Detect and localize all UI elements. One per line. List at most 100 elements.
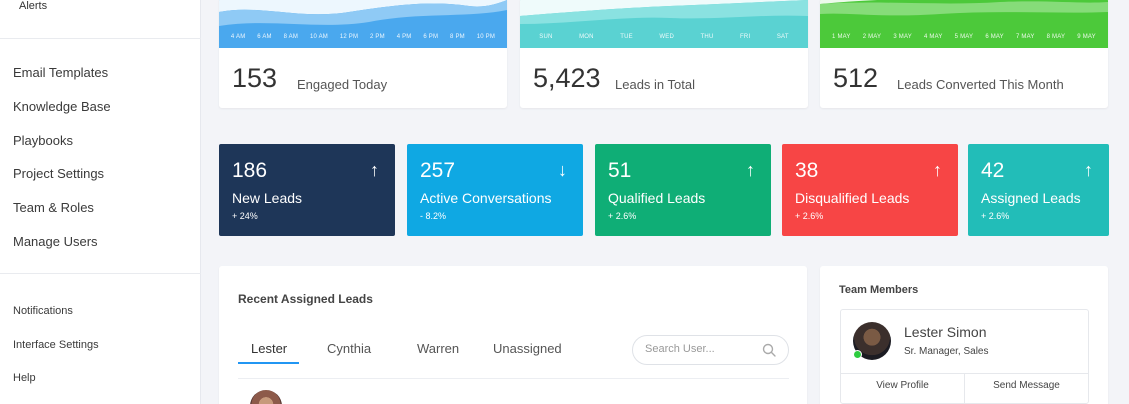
kpi-label: Qualified Leads <box>608 190 706 206</box>
kpi-qualified-leads[interactable]: 51 ↑ Qualified Leads + 2.6% <box>595 144 771 236</box>
sidebar-item-help[interactable]: Help <box>13 372 36 384</box>
chart-tick-label: TUE <box>620 34 633 40</box>
chart-tick-label: FRI <box>740 34 751 40</box>
leads-chart-area <box>520 0 808 48</box>
engaged-chart: 4 AM 6 AM 8 AM 10 AM 12 PM 2 PM 4 PM 6 PM 8 PM 10… <box>219 0 507 48</box>
arrow-down-icon: ↓ <box>558 160 567 180</box>
leads-chart: SUN MON TUE WED THU FRI SAT <box>520 0 808 48</box>
member-card: Lester Simon Sr. Manager, Sales View Pro… <box>840 309 1089 404</box>
kpi-value: 38 <box>795 159 819 182</box>
chart-tick-label: 2 MAY <box>862 34 882 40</box>
chart-tick-label: 6 PM <box>423 34 439 40</box>
chart-tick-label: 6 MAY <box>985 34 1004 40</box>
leads-converted-label: Leads Converted This Month <box>897 77 1064 92</box>
chart-tick-label: MON <box>579 34 594 40</box>
chart-tick-label: 9 MAY <box>1077 34 1096 40</box>
converted-chart-area <box>820 0 1108 48</box>
recent-leads-title: Recent Assigned Leads <box>238 292 373 306</box>
chart-tick-label: SAT <box>776 34 789 40</box>
kpi-change: + 24% <box>232 211 258 221</box>
sidebar-item-email-templates[interactable]: Email Templates <box>13 65 108 80</box>
send-message-button[interactable]: Send Message <box>964 374 1088 404</box>
chart-tick-label: WED <box>659 34 675 40</box>
leads-converted-value: 512 <box>833 63 879 93</box>
engaged-today-card: 4 AM 6 AM 8 AM 10 AM 12 PM 2 PM 4 PM 6 PM 8 PM 10… <box>219 0 507 108</box>
sidebar-item-manage-users[interactable]: Manage Users <box>13 234 98 249</box>
chart-tick-label: 3 MAY <box>893 34 912 40</box>
chart-tick-label: 4 MAY <box>924 34 943 40</box>
chart-tick-label: 8 AM <box>283 34 299 40</box>
arrow-up-icon: ↑ <box>1084 160 1093 180</box>
kpi-change: + 2.6% <box>608 211 637 221</box>
chart-tick-label: 2 PM <box>370 34 385 40</box>
chart-tick-label: 8 MAY <box>1046 34 1066 40</box>
tab-cynthia[interactable]: Cynthia <box>327 341 371 356</box>
leads-chart-ticks: SUN MON TUE WED THU FRI SAT <box>520 34 808 40</box>
chart-tick-label: 10 AM <box>309 34 328 40</box>
active-tab-indicator <box>238 362 299 364</box>
sidebar-item-alerts[interactable]: Alerts <box>19 0 47 12</box>
engaged-chart-area <box>219 0 507 48</box>
chart-tick-label: 5 MAY <box>954 34 974 40</box>
search-user-input[interactable] <box>645 343 760 355</box>
team-members-title: Team Members <box>839 284 919 296</box>
kpi-active-conversations[interactable]: 257 ↓ Active Conversations - 8.2% <box>407 144 583 236</box>
chart-tick-label: THU <box>700 34 714 40</box>
arrow-up-icon: ↑ <box>746 160 755 180</box>
kpi-assigned-leads[interactable]: 42 ↑ Assigned Leads + 2.6% <box>968 144 1109 236</box>
engaged-today-value: 153 <box>232 63 278 93</box>
tab-unassigned[interactable]: Unassigned <box>493 341 562 356</box>
search-icon[interactable] <box>762 343 776 362</box>
chart-tick-label: SUN <box>539 34 553 40</box>
sidebar: Alerts Email Templates Knowledge Base Pl… <box>0 0 201 404</box>
member-actions: View Profile Send Message <box>841 373 1088 404</box>
chart-tick-label: 4 AM <box>230 34 246 40</box>
view-profile-button[interactable]: View Profile <box>841 374 964 404</box>
sidebar-divider <box>0 38 201 39</box>
leads-converted-card: 1 MAY 2 MAY 3 MAY 4 MAY 5 MAY 6 MAY 7 MAY 8 MAY… <box>820 0 1108 108</box>
kpi-value: 51 <box>608 159 632 182</box>
kpi-change: + 2.6% <box>981 211 1010 221</box>
kpi-disqualified-leads[interactable]: 38 ↑ Disqualified Leads + 2.6% <box>782 144 958 236</box>
arrow-up-icon: ↑ <box>933 160 942 180</box>
sidebar-item-knowledge-base[interactable]: Knowledge Base <box>13 99 111 114</box>
sidebar-item-interface-settings[interactable]: Interface Settings <box>13 339 99 351</box>
kpi-value: 42 <box>981 159 1005 182</box>
sidebar-item-team-roles[interactable]: Team & Roles <box>13 200 94 215</box>
tab-warren[interactable]: Warren <box>417 341 459 356</box>
sidebar-item-notifications[interactable]: Notifications <box>13 305 73 317</box>
chart-tick-label: 4 PM <box>396 34 412 40</box>
chart-tick-label: 10 PM <box>476 34 496 40</box>
chart-tick-label: 6 AM <box>257 34 272 40</box>
leads-total-label: Leads in Total <box>615 77 695 92</box>
kpi-value: 186 <box>232 159 268 182</box>
kpi-label: Disqualified Leads <box>795 190 910 206</box>
tab-lester[interactable]: Lester <box>251 341 287 356</box>
chart-tick-label: 8 PM <box>450 34 465 40</box>
chart-tick-label: 12 PM <box>339 34 359 40</box>
member-name[interactable]: Lester Simon <box>904 324 986 340</box>
search-user-box <box>632 335 789 365</box>
converted-chart: 1 MAY 2 MAY 3 MAY 4 MAY 5 MAY 6 MAY 7 MAY 8 MAY… <box>820 0 1108 48</box>
online-status-icon <box>853 350 862 359</box>
kpi-value: 257 <box>420 159 456 182</box>
kpi-change: - 8.2% <box>420 211 447 221</box>
leads-total-card: SUN MON TUE WED THU FRI SAT 5,423 Leads in Tot… <box>520 0 808 108</box>
engaged-chart-ticks: 4 AM 6 AM 8 AM 10 AM 12 PM 2 PM 4 PM 6 PM 8 PM 10… <box>219 34 507 40</box>
converted-chart-ticks: 1 MAY 2 MAY 3 MAY 4 MAY 5 MAY 6 MAY 7 MAY 8 MAY… <box>820 34 1108 40</box>
tabs-divider <box>238 378 789 379</box>
chart-tick-label: 7 MAY <box>1015 34 1035 40</box>
sidebar-item-playbooks[interactable]: Playbooks <box>13 133 73 148</box>
chart-tick-label: 1 MAY <box>832 34 851 40</box>
member-role: Sr. Manager, Sales <box>904 346 989 357</box>
leads-total-value: 5,423 <box>533 63 601 93</box>
sidebar-item-project-settings[interactable]: Project Settings <box>13 166 104 181</box>
arrow-up-icon: ↑ <box>370 160 379 180</box>
kpi-label: Assigned Leads <box>981 190 1081 206</box>
kpi-new-leads[interactable]: 186 ↑ New Leads + 24% <box>219 144 395 236</box>
kpi-label: Active Conversations <box>420 190 552 206</box>
sidebar-divider <box>0 273 201 274</box>
kpi-label: New Leads <box>232 190 303 206</box>
kpi-change: + 2.6% <box>795 211 824 221</box>
engaged-today-label: Engaged Today <box>297 77 388 92</box>
